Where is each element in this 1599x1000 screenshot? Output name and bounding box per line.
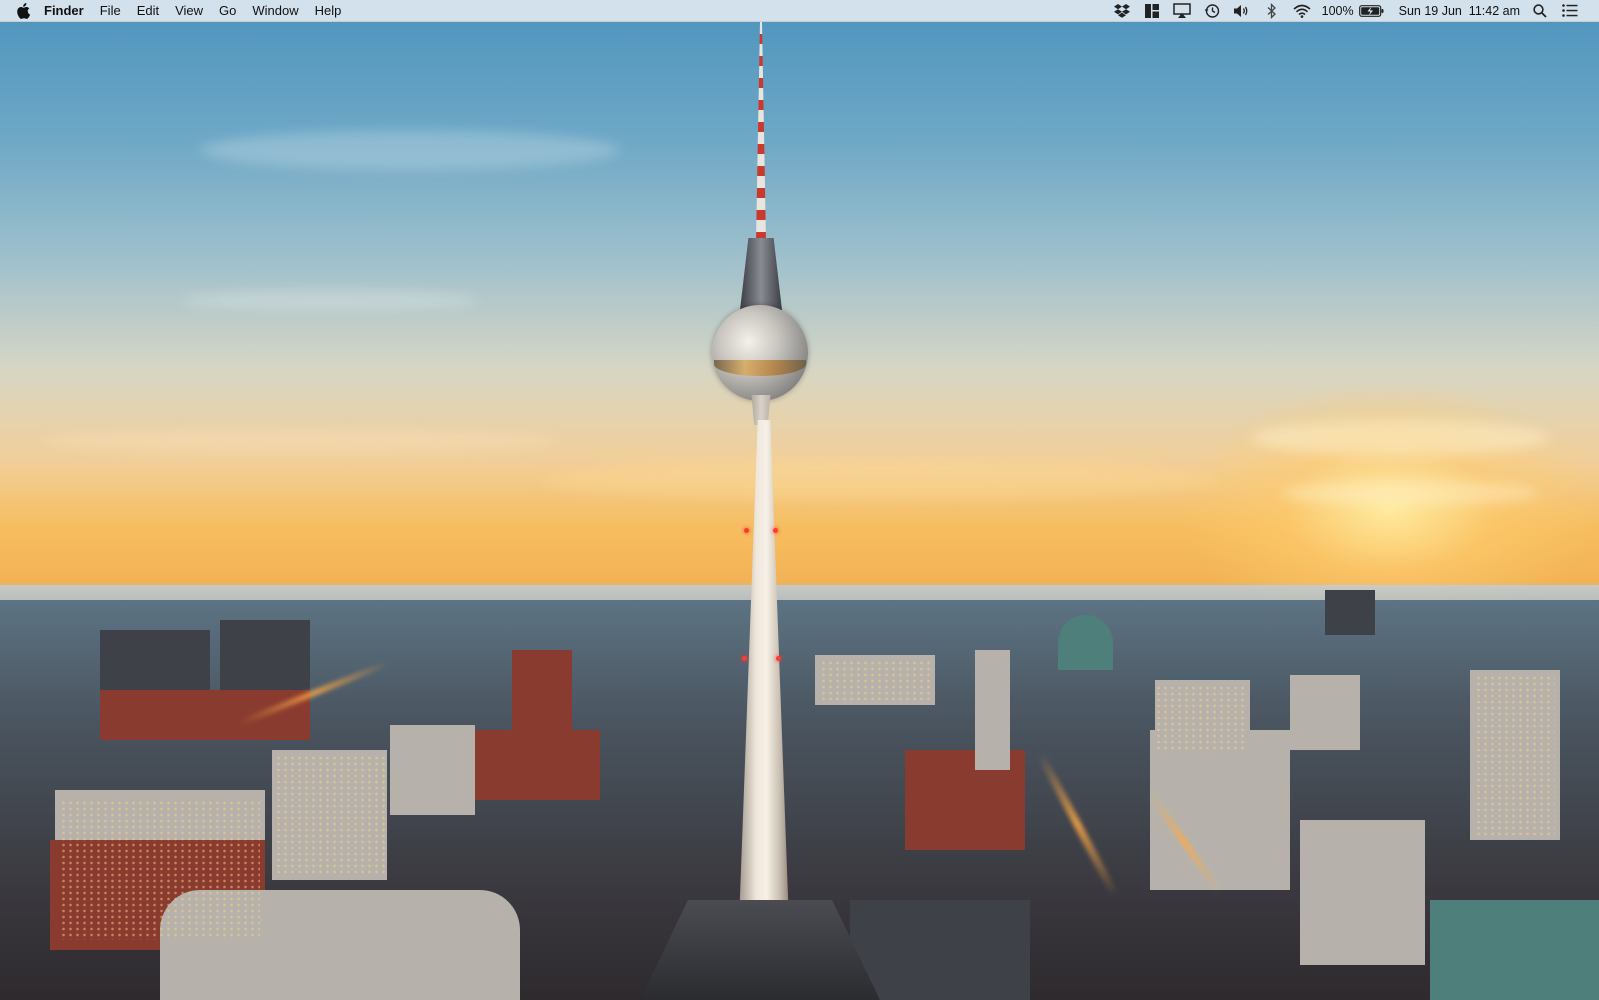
wifi-icon[interactable] [1293,2,1311,20]
airplay-icon[interactable] [1172,2,1191,20]
volume-icon[interactable] [1233,2,1251,20]
building [1150,730,1290,890]
tv-tower-antenna [756,22,766,242]
spotlight-search-icon[interactable] [1531,2,1549,20]
menu-bar-left: Finder File Edit View Go Window Help [0,0,349,22]
tv-tower-upper-section [740,238,782,310]
menu-view[interactable]: View [167,0,211,22]
building [850,900,1030,1000]
window-lights [60,800,260,940]
apple-icon[interactable] [16,2,30,19]
menu-app-finder[interactable]: Finder [30,0,92,22]
building [1290,675,1360,750]
menu-bar: Finder File Edit View Go Window Help 100… [0,0,1599,22]
menu-go[interactable]: Go [211,0,244,22]
window-lights [820,660,930,700]
tower-warning-light [773,528,778,533]
building [100,690,310,740]
building [390,725,475,815]
menu-file[interactable]: File [92,0,129,22]
window-lights [1155,685,1245,750]
building [475,730,600,800]
cloud [40,430,560,452]
menu-window[interactable]: Window [244,0,306,22]
building [1325,590,1375,635]
cloud [180,290,480,310]
tower-warning-light [776,656,781,661]
street-lights [1036,752,1119,898]
cloud [540,460,1220,500]
cloud [1280,480,1540,506]
window-lights [275,755,385,875]
window-layout-icon[interactable] [1143,2,1161,20]
desktop: Finder File Edit View Go Window Help 100… [0,0,1599,1000]
cathedral-dome [1058,615,1113,670]
tower-warning-light [744,528,749,533]
building [1430,900,1599,1000]
menu-help[interactable]: Help [307,0,350,22]
time-machine-icon[interactable] [1203,2,1221,20]
dropbox-icon[interactable] [1113,2,1131,20]
window-lights [1475,675,1555,835]
menu-clock[interactable]: Sun 19 Jun 11:42 am [1399,4,1520,18]
building [1300,820,1425,965]
church-tower [975,650,1010,770]
bluetooth-icon[interactable] [1263,2,1281,20]
cloud [200,130,620,170]
notification-center-icon[interactable] [1561,2,1579,20]
menu-bar-status-area: 100% Sun 19 Jun 11:42 am [1107,0,1599,22]
menu-edit[interactable]: Edit [129,0,167,22]
battery-charging-icon[interactable] [1358,4,1384,17]
tower-warning-light [742,656,747,661]
cloud [1250,420,1550,456]
tv-tower-sphere [712,305,808,401]
battery-percentage[interactable]: 100% [1322,4,1354,18]
